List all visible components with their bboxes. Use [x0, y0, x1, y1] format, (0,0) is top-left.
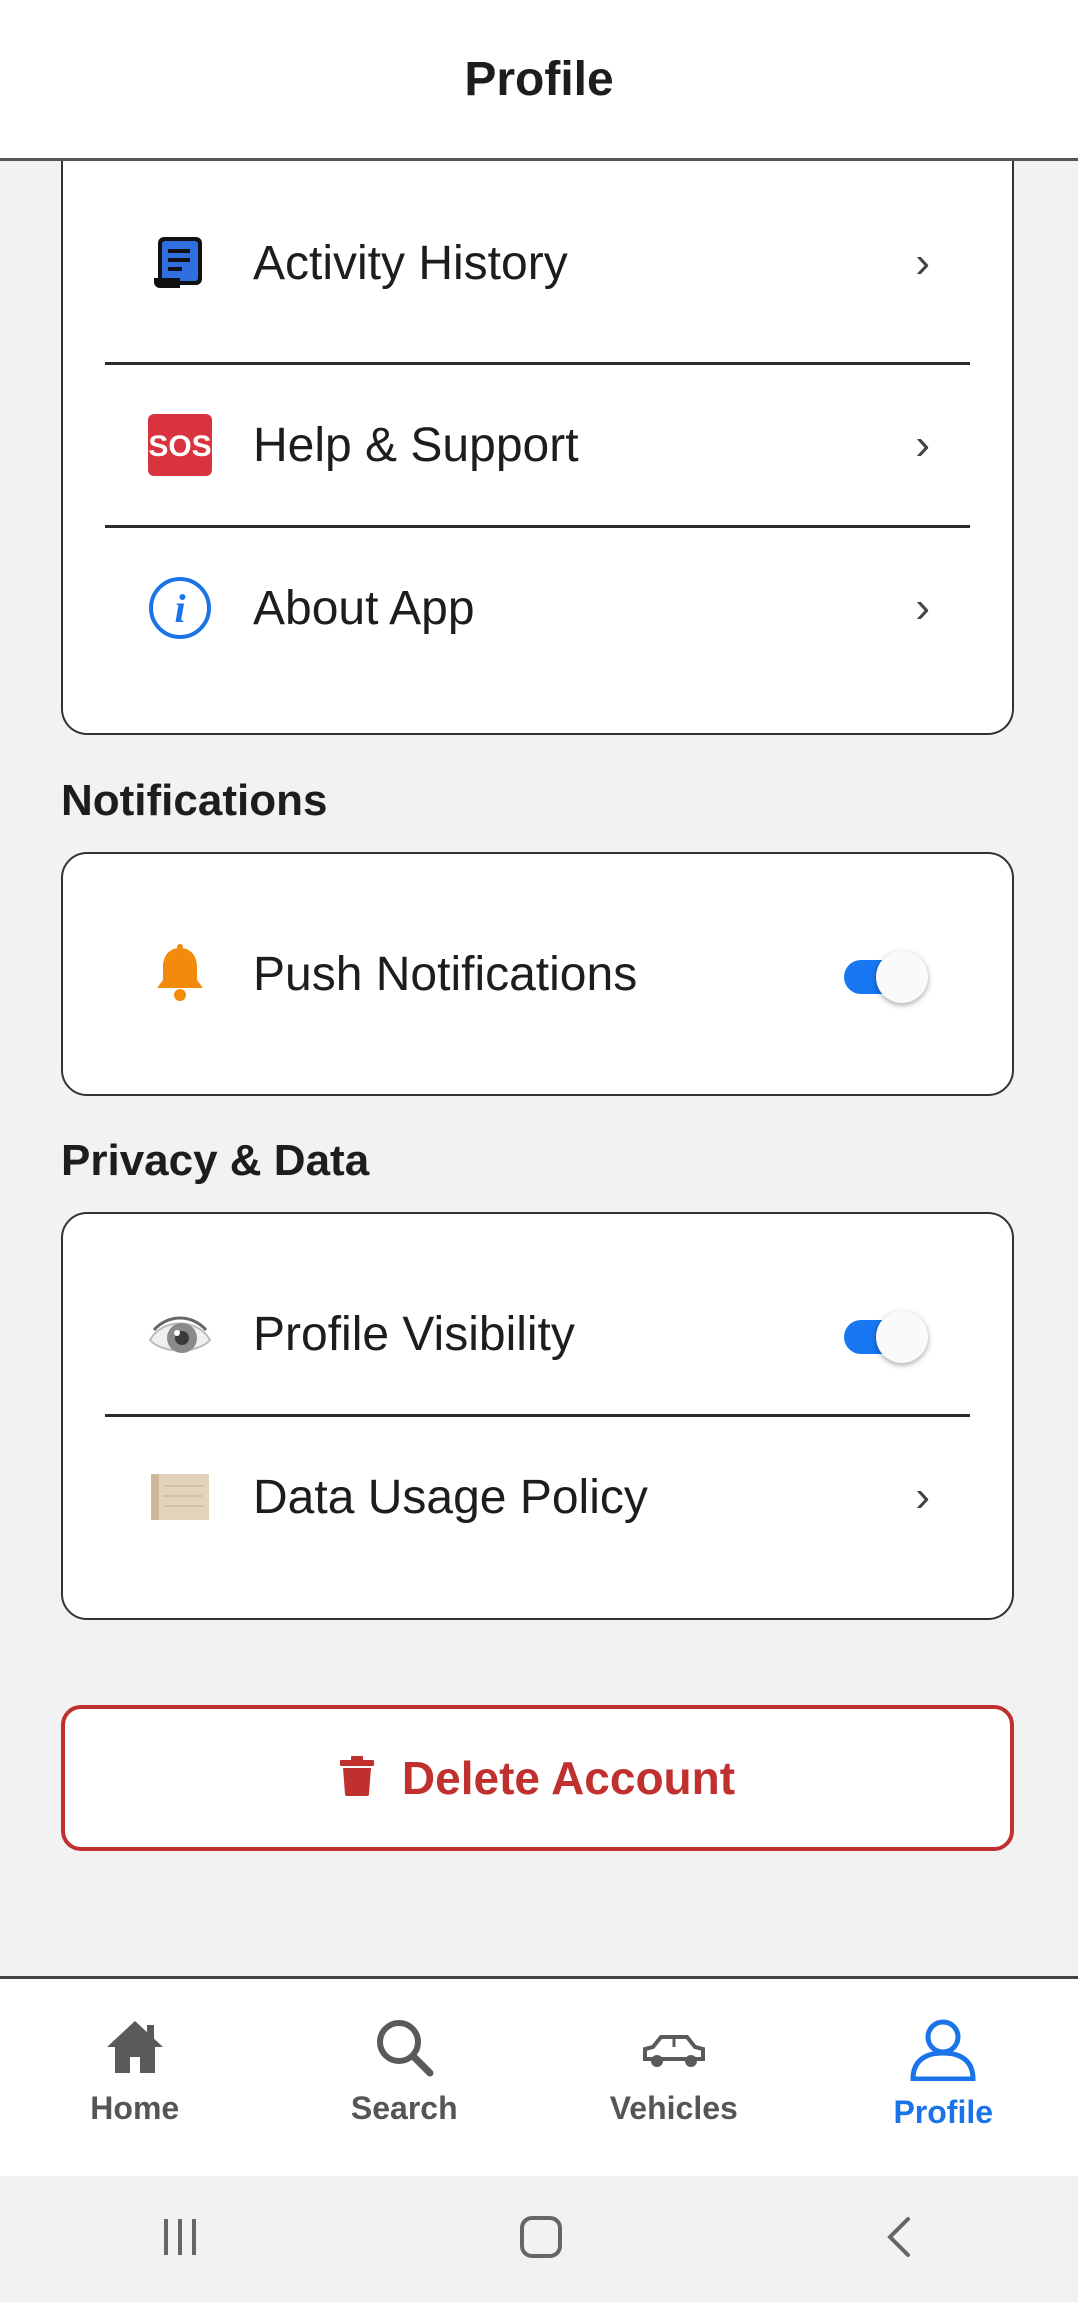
person-icon [908, 2017, 978, 2086]
menu-item-activity-history[interactable]: Activity History › [105, 201, 970, 325]
chevron-right-icon: › [915, 238, 930, 287]
tab-label: Vehicles [609, 2090, 738, 2126]
setting-label: Push Notifications [253, 947, 638, 1001]
chevron-right-icon: › [915, 583, 930, 632]
setting-push-notifications: Push Notifications [105, 894, 970, 1054]
account-menu-card: Activity History › SOS Help & Support › … [61, 161, 1014, 735]
car-icon [639, 2017, 709, 2082]
chevron-right-icon: › [915, 1472, 930, 1521]
tab-home[interactable]: Home [0, 1979, 270, 2176]
privacy-card: Profile Visibility Data Usage Policy › [61, 1212, 1014, 1620]
back-button[interactable] [880, 2213, 920, 2266]
tab-label: Home [90, 2090, 180, 2126]
toggle-knob [876, 1311, 928, 1363]
chevron-right-icon: › [915, 420, 930, 469]
push-notifications-toggle[interactable] [844, 951, 928, 1003]
notifications-card: Push Notifications [61, 852, 1014, 1096]
tab-profile[interactable]: Profile [809, 1979, 1078, 2176]
tab-label: Profile [893, 2094, 994, 2130]
menu-item-label: About App [253, 581, 475, 635]
profile-visibility-toggle[interactable] [844, 1311, 928, 1363]
scroll-icon [147, 1464, 213, 1530]
tab-search[interactable]: Search [270, 1979, 540, 2176]
tab-vehicles[interactable]: Vehicles [539, 1979, 809, 2176]
page-title: Profile [464, 52, 614, 106]
sos-icon-text: SOS [148, 430, 211, 463]
setting-label: Profile Visibility [253, 1307, 575, 1361]
toggle-knob [876, 951, 928, 1003]
home-button[interactable] [517, 2213, 565, 2266]
setting-profile-visibility: Profile Visibility [105, 1254, 970, 1414]
menu-item-data-usage-policy[interactable]: Data Usage Policy › [105, 1417, 970, 1577]
trash-icon [339, 1755, 374, 1801]
info-icon: i [147, 575, 213, 641]
section-title-notifications: Notifications [61, 776, 328, 825]
menu-item-label: Activity History [253, 236, 568, 290]
receipt-icon [147, 230, 213, 296]
delete-account-button[interactable]: Delete Account [61, 1705, 1014, 1851]
tab-label: Search [350, 2090, 458, 2126]
sos-icon: SOS [147, 412, 213, 478]
section-title-privacy: Privacy & Data [61, 1136, 370, 1185]
menu-item-label: Help & Support [253, 418, 579, 472]
bottom-tab-bar: Home Search Vehicles Profile [0, 1976, 1078, 2176]
home-icon [105, 2017, 165, 2082]
svg-text:i: i [174, 586, 185, 631]
recent-apps-button[interactable] [158, 2215, 202, 2264]
bell-icon [147, 941, 213, 1007]
eye-icon [147, 1301, 213, 1367]
search-icon [374, 2017, 434, 2082]
menu-item-help-support[interactable]: SOS Help & Support › [105, 365, 970, 525]
system-nav-bar [0, 2176, 1078, 2302]
delete-account-label: Delete Account [401, 1752, 736, 1804]
app-header: Profile [0, 0, 1078, 161]
menu-item-label: Data Usage Policy [253, 1470, 648, 1524]
menu-item-about-app[interactable]: i About App › [105, 528, 970, 688]
